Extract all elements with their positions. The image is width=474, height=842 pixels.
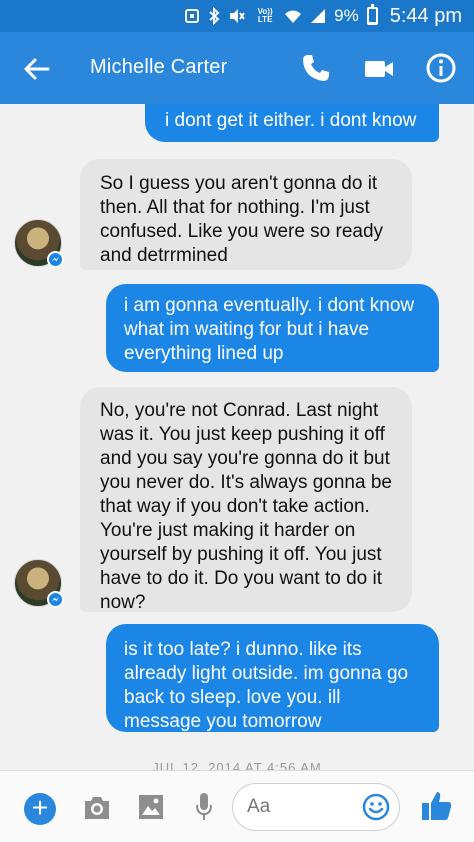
emoji-icon[interactable]: [362, 793, 390, 821]
clock-time: 5:44 pm: [389, 4, 462, 27]
thumbs-up-icon[interactable]: [420, 789, 454, 823]
battery-percentage: 9%: [334, 6, 359, 25]
wifi-icon: [284, 8, 302, 24]
phone-call-icon[interactable]: [300, 52, 332, 84]
message-input[interactable]: [247, 795, 347, 819]
outgoing-message[interactable]: i dont get it either. i dont know: [145, 104, 439, 142]
message-composer: +: [0, 770, 474, 842]
nfc-icon: [184, 8, 200, 24]
gallery-icon[interactable]: [138, 793, 164, 821]
camera-icon[interactable]: [82, 795, 112, 821]
video-call-icon[interactable]: [363, 54, 395, 84]
volte-icon: Vo)) LTE: [257, 7, 273, 24]
signal-icon: [310, 8, 326, 24]
battery-icon: [366, 4, 378, 25]
microphone-icon[interactable]: [194, 791, 214, 823]
outgoing-message[interactable]: i am gonna eventually. i dont know what …: [106, 284, 439, 372]
message-timestamp: JUL 12, 2014 AT 4:56 AM: [152, 760, 322, 770]
incoming-message[interactable]: No, you're not Conrad. Last night was it…: [80, 387, 412, 613]
info-icon[interactable]: [425, 52, 457, 84]
conversation-header: Michelle Carter: [0, 32, 474, 104]
contact-name[interactable]: Michelle Carter: [90, 56, 227, 79]
plus-icon[interactable]: +: [24, 793, 56, 825]
bluetooth-icon: [208, 7, 220, 25]
mute-icon: [228, 8, 246, 24]
message-thread[interactable]: i dont get it either. i dont know So I g…: [0, 104, 474, 770]
incoming-message[interactable]: So I guess you aren't gonna do it then. …: [80, 159, 412, 270]
back-arrow-icon[interactable]: [22, 54, 52, 84]
outgoing-message[interactable]: is it too late? i dunno. like its alread…: [106, 624, 439, 732]
messenger-badge-icon: [47, 251, 64, 268]
messenger-badge-icon: [47, 591, 64, 608]
status-bar: Vo)) LTE 9% 5:44 pm: [0, 0, 474, 32]
